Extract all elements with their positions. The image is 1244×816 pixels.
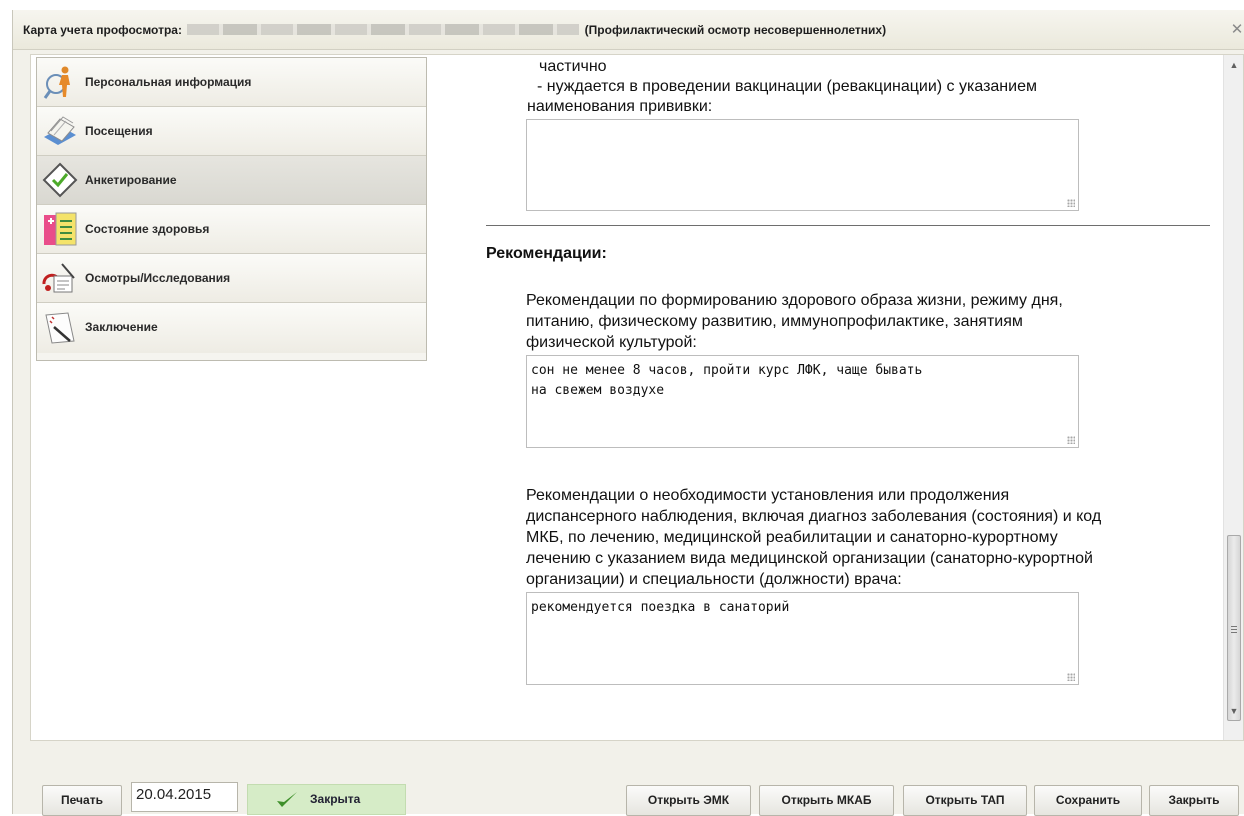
nav-item-label: Состояние здоровья [85,222,210,236]
vaccination-textarea[interactable] [526,119,1079,211]
nav-item-conclusion[interactable]: Заключение [37,303,426,353]
partial-option-text: частично [539,58,607,75]
person-icon [43,66,70,99]
nav-item-label: Заключение [85,320,158,334]
title-suffix: (Профилактический осмотр несовершеннолет… [584,23,887,37]
card-file-icon [44,116,76,145]
open-mkab-button[interactable]: Открыть МКАБ [759,785,894,816]
resize-grip-icon[interactable] [1067,673,1075,681]
title-bar: Карта учета профосмотра: (Профилактическ… [13,10,1244,50]
rec1-label-line3: физической культурой: [526,334,697,351]
dispensary-recommendations-textarea[interactable]: рекомендуется поездка в санаторий [526,592,1079,685]
thumb-grip-icon [1231,626,1237,633]
redacted-patient-name [187,24,580,35]
nav-item-personal-info[interactable]: Персональная информация [37,58,426,107]
dialog-title: Карта учета профосмотра: (Профилактическ… [23,23,886,37]
rec2-label-line4: лечению с указанием вида медицинской орг… [526,550,1093,567]
nav-item-visits[interactable]: Посещения [37,107,426,156]
vertical-scrollbar[interactable]: ▲ ▼ [1223,55,1243,740]
nav-item-health-state[interactable]: Состояние здоровья [37,205,426,254]
scroll-down-icon[interactable]: ▼ [1224,703,1244,719]
print-button[interactable]: Печать [42,785,122,816]
close-button[interactable]: Закрыть [1149,785,1239,816]
vaccination-label-line1: - нуждается в проведении вакцинации (рев… [537,78,1037,95]
scroll-up-icon[interactable]: ▲ [1224,57,1244,73]
status-label: Закрыта [310,792,361,806]
rec2-label-line3: МКБ, по лечению, медицинской реабилитаци… [526,529,1058,546]
section-divider [486,225,1210,226]
resize-grip-icon[interactable] [1067,436,1075,444]
checkmark-icon [277,792,297,807]
form-area: частично - нуждается в проведении вакцин… [471,55,1211,740]
profosmotr-dialog: Карта учета профосмотра: (Профилактическ… [12,10,1244,816]
nav-item-label: Персональная информация [85,75,252,89]
rec1-label-line2: питанию, физическому развитию, иммунопро… [526,313,1023,330]
content-panel: Персональная информация Посещения Анкети… [30,54,1244,741]
date-field[interactable]: 20.04.2015 [131,782,238,812]
section-nav: Персональная информация Посещения Анкети… [36,57,427,361]
rec2-label-line1: Рекомендации о необходимости установлени… [526,487,1010,504]
nav-item-examinations[interactable]: Осмотры/Исследования [37,254,426,303]
nav-item-label: Осмотры/Исследования [85,271,231,285]
scrollbar-thumb[interactable] [1227,535,1241,721]
rec2-label-line2: диспансерного наблюдения, включая диагно… [526,508,1102,525]
healthy-lifestyle-recommendations-textarea[interactable]: сон не менее 8 часов, пройти курс ЛФК, ч… [526,355,1079,448]
nav-item-questionnaire[interactable]: Анкетирование [37,156,426,205]
health-chart-icon [44,212,77,246]
nav-item-label: Посещения [85,124,153,138]
rec1-label-line1: Рекомендации по формированию здорового о… [526,292,1063,309]
bottom-toolbar: Печать 20.04.2015 Закрыта Открыть ЭМК От… [13,770,1244,816]
conclusion-document-icon [45,312,75,344]
close-icon[interactable]: ✕ [1229,22,1244,38]
rec2-label-line5: организации) и специальности (должности)… [526,571,902,588]
resize-grip-icon[interactable] [1067,199,1075,207]
save-button[interactable]: Сохранить [1034,785,1142,816]
checkmark-clipboard-icon [42,162,78,198]
vaccination-label-line2: наименования прививки: [527,98,713,115]
exam-icon [42,263,75,293]
title-prefix: Карта учета профосмотра: [23,23,182,37]
recommendations-heading: Рекомендации: [486,245,607,262]
nav-item-label: Анкетирование [85,173,177,187]
status-closed-button[interactable]: Закрыта [247,784,406,815]
open-emk-button[interactable]: Открыть ЭМК [626,785,751,816]
open-tap-button[interactable]: Открыть ТАП [903,785,1027,816]
